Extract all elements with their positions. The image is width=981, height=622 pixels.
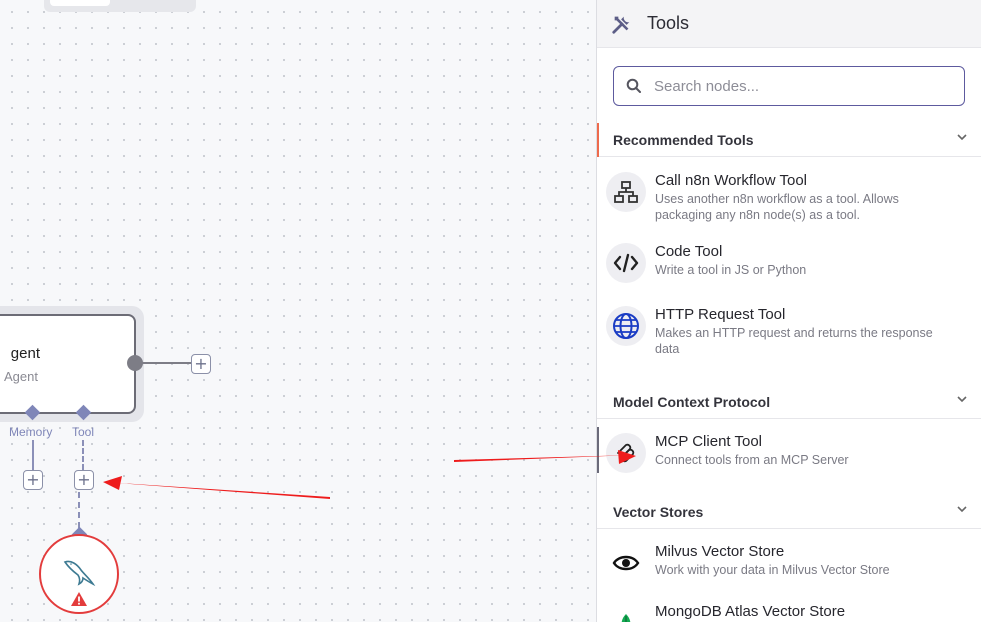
item-name: Call n8n Workflow Tool: [655, 172, 808, 189]
chevron-down-icon[interactable]: [956, 131, 968, 143]
output-connector-line: [142, 362, 192, 364]
search-icon: [626, 78, 641, 93]
ai-agent-node[interactable]: [0, 314, 136, 414]
node-creator-panel: Tools Recommended Tools Call n8n Workflo…: [596, 0, 981, 622]
section-vector-stores[interactable]: Vector Stores: [597, 495, 981, 529]
agent-node-subtitle: Agent: [4, 369, 38, 384]
list-item-milvus-vector-store[interactable]: Milvus Vector Store Work with your data …: [597, 543, 981, 583]
item-description: Work with your data in Milvus Vector Sto…: [655, 563, 890, 577]
list-item-call-workflow-tool[interactable]: Call n8n Workflow Tool Uses another n8n …: [597, 172, 981, 223]
add-memory-button[interactable]: +: [23, 470, 43, 490]
item-description: Connect tools from an MCP Server: [655, 453, 849, 467]
item-description: Makes an HTTP request and returns the re…: [655, 326, 933, 356]
agent-node-title: gent: [10, 345, 40, 362]
globe-icon: [606, 306, 646, 346]
list-item-code-tool[interactable]: Code Tool Write a tool in JS or Python: [597, 243, 981, 283]
add-tool-button[interactable]: +: [74, 470, 94, 490]
section-label: Vector Stores: [613, 503, 704, 520]
sitemap-icon: [606, 172, 646, 212]
list-item-mcp-client-tool[interactable]: MCP Client Tool Connect tools from an MC…: [597, 427, 981, 473]
tools-icon: [612, 16, 630, 34]
mysql-dolphin-icon: [63, 560, 96, 587]
panel-header: Tools: [597, 0, 981, 48]
search-input[interactable]: [654, 77, 934, 95]
warning-icon: [71, 592, 87, 606]
item-description: Uses another n8n workflow as a tool. All…: [655, 192, 899, 222]
tool-connector-label: Tool: [72, 425, 95, 439]
list-item-http-request-tool[interactable]: HTTP Request Tool Makes an HTTP request …: [597, 306, 981, 357]
section-label: Model Context Protocol: [613, 393, 771, 410]
item-name: Code Tool: [655, 243, 723, 260]
chevron-down-icon[interactable]: [956, 393, 968, 405]
output-handle[interactable]: [127, 355, 143, 371]
search-box[interactable]: [613, 66, 965, 106]
panel-title: Tools: [647, 13, 690, 33]
chevron-down-icon[interactable]: [956, 503, 968, 515]
item-name: HTTP Request Tool: [655, 306, 786, 323]
mcp-icon: [606, 433, 646, 473]
workflow-canvas[interactable]: gent Agent + Memory + Tool +: [0, 0, 596, 622]
section-model-context-protocol[interactable]: Model Context Protocol: [597, 385, 981, 419]
code-icon: [606, 243, 646, 283]
list-item-mongodb-vector-store[interactable]: MongoDB Atlas Vector Store: [597, 603, 981, 622]
tool-connector-line: [82, 440, 84, 470]
item-name: MCP Client Tool: [655, 433, 762, 450]
item-name: Milvus Vector Store: [655, 543, 785, 560]
memory-connector-label: Memory: [9, 425, 53, 439]
item-name: MongoDB Atlas Vector Store: [655, 603, 846, 620]
eye-icon: [606, 543, 646, 583]
tool-to-mysql-line: [78, 492, 80, 528]
section-label: Recommended Tools: [613, 131, 754, 148]
top-node[interactable]: [44, 0, 196, 12]
item-description: Write a tool in JS or Python: [655, 263, 807, 277]
section-recommended-tools[interactable]: Recommended Tools: [597, 123, 981, 157]
memory-connector-line: [32, 440, 34, 470]
add-next-node-button[interactable]: +: [191, 354, 211, 374]
leaf-icon: [606, 603, 646, 622]
